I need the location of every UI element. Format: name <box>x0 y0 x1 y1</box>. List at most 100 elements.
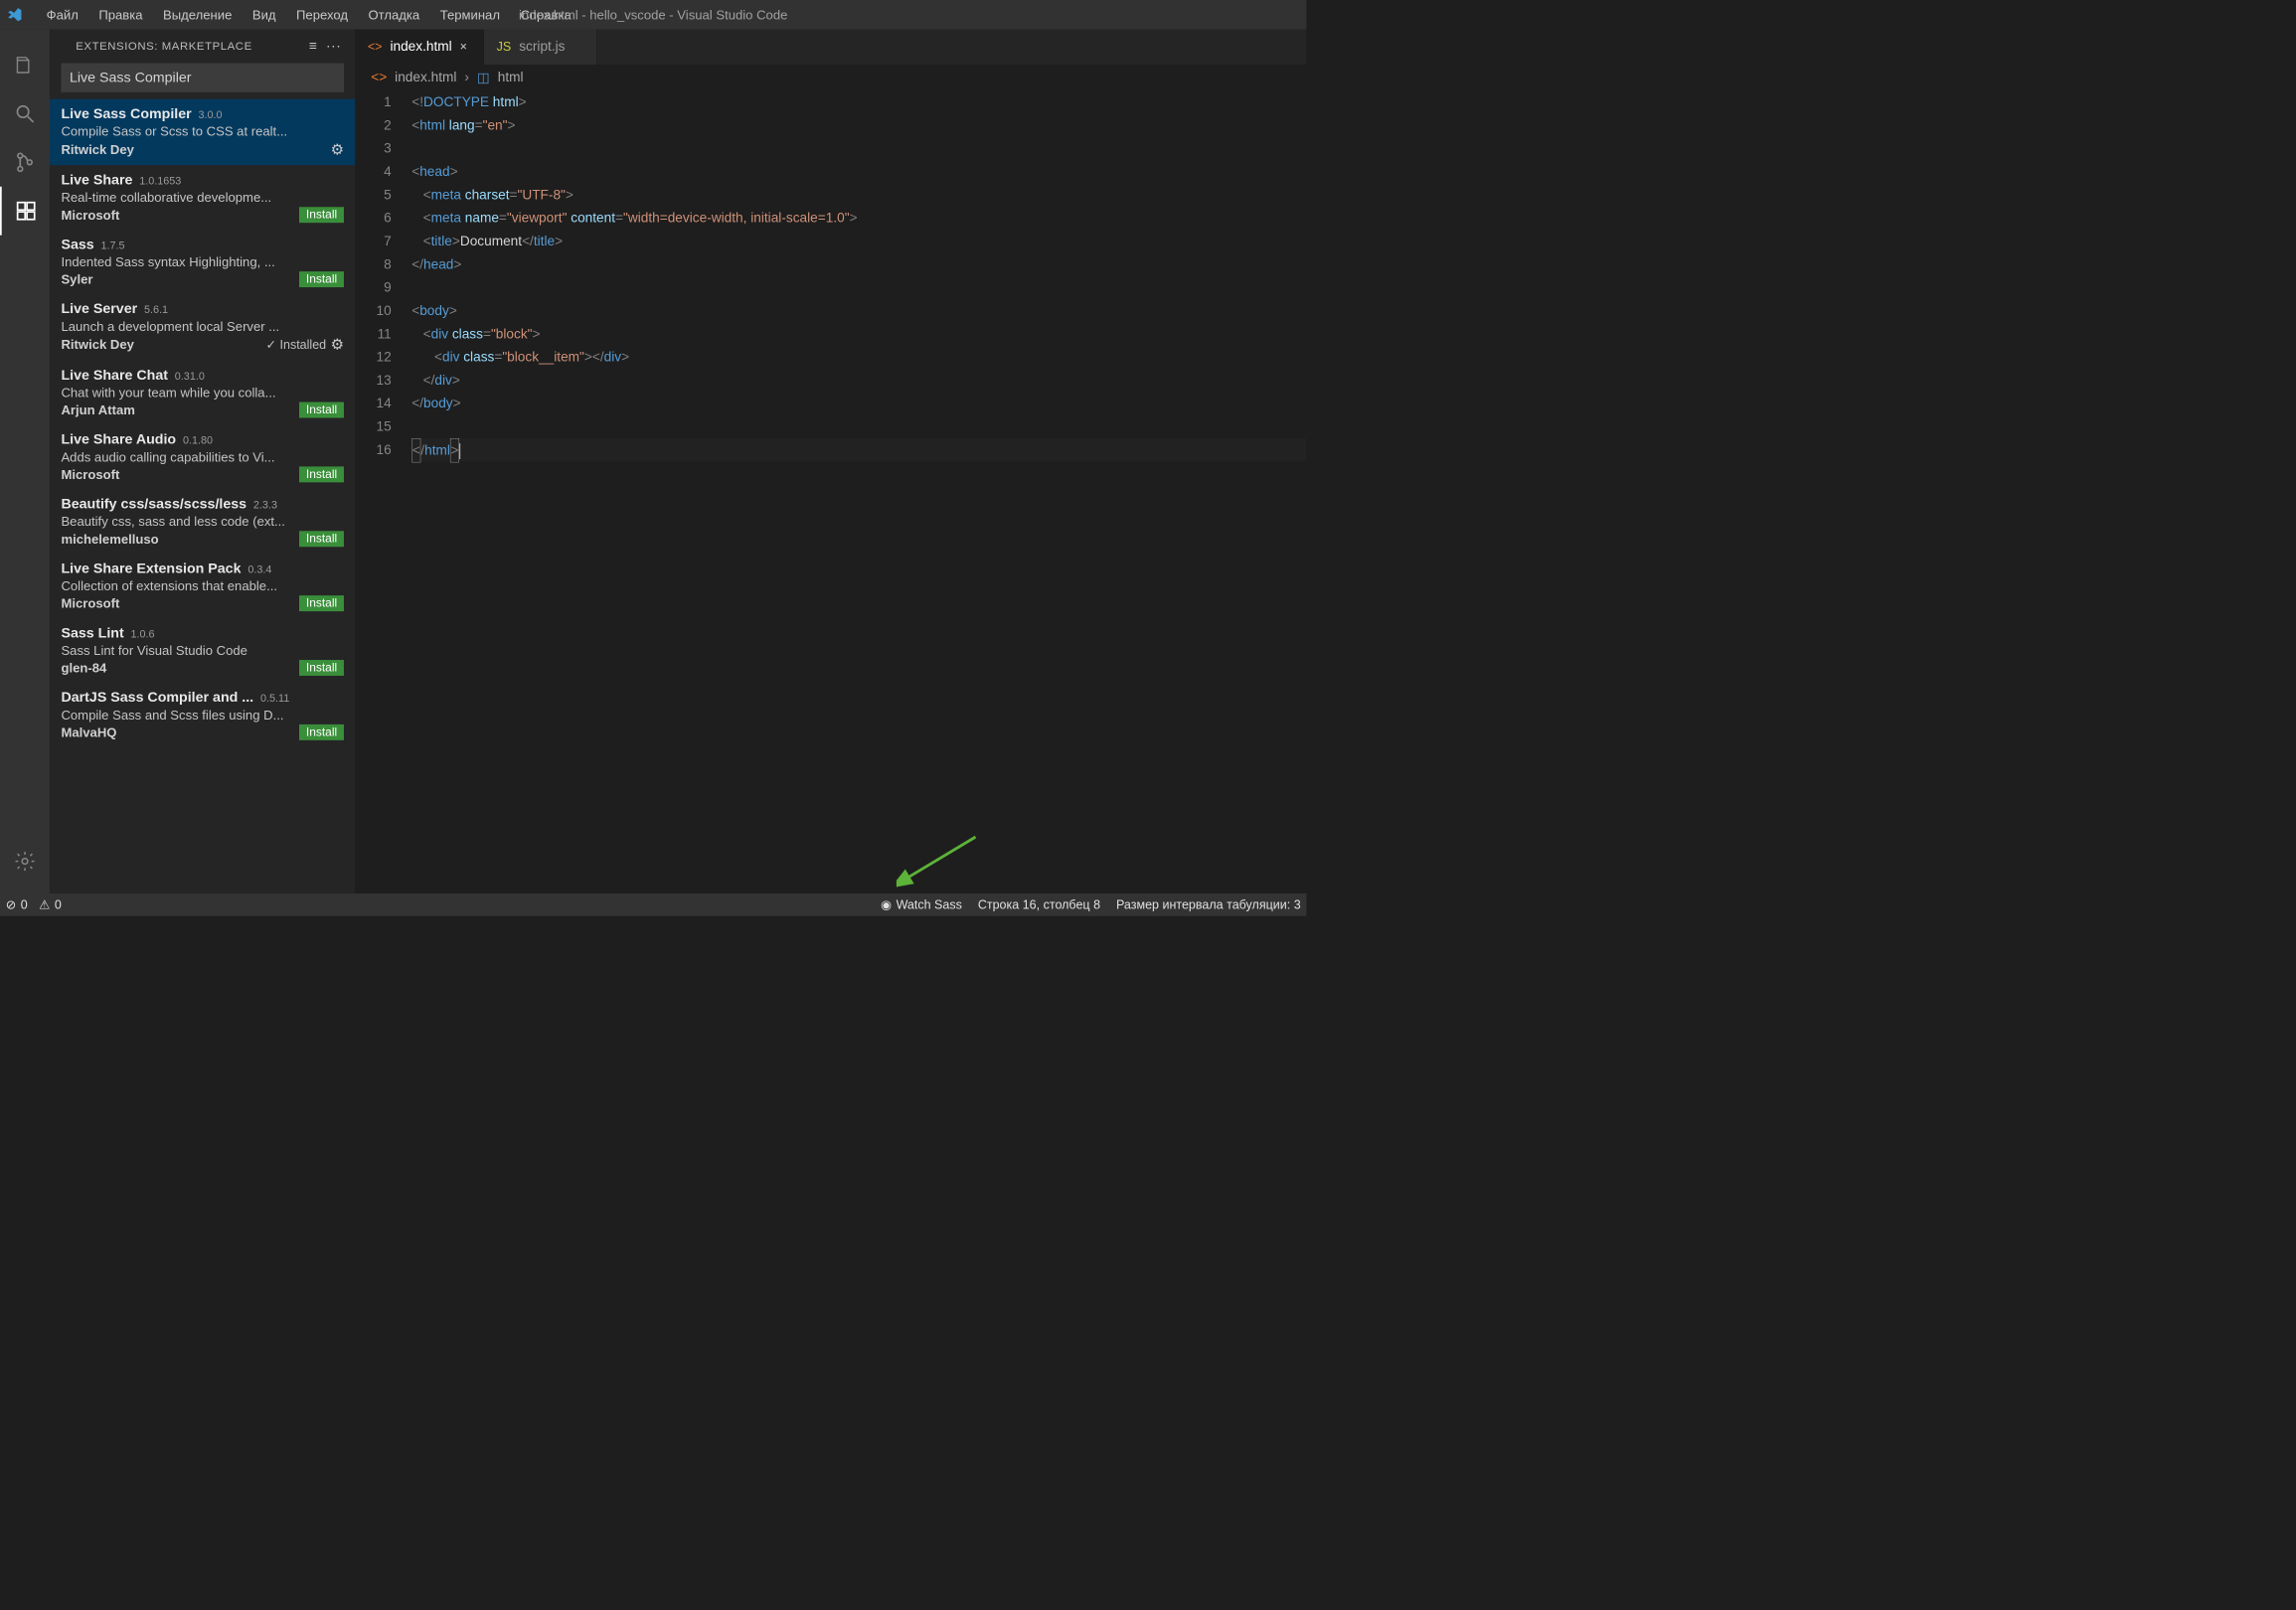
extension-author: Syler <box>61 271 92 286</box>
extension-name: Sass <box>61 237 93 253</box>
editor: <> index.html × JS script.js <> index.ht… <box>355 30 1306 893</box>
install-button[interactable]: Install <box>299 660 344 676</box>
eye-icon: ◉ <box>881 897 892 912</box>
extension-description: Beautify css, sass and less code (ext... <box>61 514 344 529</box>
filter-icon[interactable]: ≡ <box>303 39 323 55</box>
gear-icon[interactable]: ⚙ <box>331 336 344 354</box>
extension-name: Live Share Audio <box>61 431 176 448</box>
extension-author: Microsoft <box>61 595 119 610</box>
panel-title: EXTENSIONS: MARKETPLACE <box>76 40 303 53</box>
tab-script-js[interactable]: JS script.js <box>484 30 597 65</box>
html-file-icon: <> <box>368 40 383 55</box>
extension-version: 0.5.11 <box>260 693 289 706</box>
watch-sass-button[interactable]: ◉ Watch Sass <box>881 897 962 912</box>
chevron-right-icon: › <box>464 70 469 85</box>
extension-author: glen-84 <box>61 660 106 675</box>
install-button[interactable]: Install <box>299 595 344 611</box>
extension-description: Launch a development local Server ... <box>61 319 344 334</box>
extension-item[interactable]: Live Share 1.0.1653 Real-time collaborat… <box>50 165 355 230</box>
breadcrumb[interactable]: <> index.html › ◫ html <box>355 65 1306 90</box>
extension-author: michelemelluso <box>61 532 158 547</box>
install-button[interactable]: Install <box>299 466 344 482</box>
more-icon[interactable]: ··· <box>323 39 343 55</box>
extension-description: Compile Sass or Scss to CSS at realt... <box>61 124 344 139</box>
code-content[interactable]: <!DOCTYPE html><html lang="en"> <head> <… <box>411 90 1306 893</box>
install-button[interactable]: Install <box>299 271 344 287</box>
extension-author: Microsoft <box>61 467 119 482</box>
warning-icon: ⚠ <box>39 897 50 912</box>
js-file-icon: JS <box>497 40 512 55</box>
code-editor[interactable]: 12345678910111213141516 <!DOCTYPE html><… <box>355 90 1306 893</box>
menubar: ФайлПравкаВыделениеВидПереходОтладкаТерм… <box>0 0 1306 30</box>
extension-author: Microsoft <box>61 208 119 223</box>
extension-item[interactable]: Live Sass Compiler 3.0.0 Compile Sass or… <box>50 99 355 166</box>
install-button[interactable]: Install <box>299 402 344 418</box>
extension-name: Live Share Chat <box>61 367 168 384</box>
install-button[interactable]: Install <box>299 207 344 223</box>
extension-name: Beautify css/sass/scss/less <box>61 496 246 513</box>
extension-name: Live Share <box>61 172 132 189</box>
file-icon: <> <box>371 70 387 85</box>
extension-description: Sass Lint for Visual Studio Code <box>61 643 344 658</box>
extension-author: Ritwick Dey <box>61 142 133 157</box>
statusbar: ⊘ 0 ⚠ 0 ◉ Watch Sass Строка 16, столбец … <box>0 893 1306 916</box>
extension-author: Ritwick Dey <box>61 337 133 352</box>
tab-bar: <> index.html × JS script.js <box>355 30 1306 65</box>
extension-description: Collection of extensions that enable... <box>61 578 344 593</box>
extension-search-input[interactable] <box>61 64 344 92</box>
menu-переход[interactable]: Переход <box>286 7 358 22</box>
menu-файл[interactable]: Файл <box>36 7 88 22</box>
extension-name: Live Server <box>61 301 137 318</box>
source-control-icon[interactable] <box>0 138 50 187</box>
menu-выделение[interactable]: Выделение <box>153 7 243 22</box>
installed-label: ✓ Installed <box>266 337 327 352</box>
menu-отладка[interactable]: Отладка <box>358 7 429 22</box>
extension-item[interactable]: Sass Lint 1.0.6 Sass Lint for Visual Stu… <box>50 618 355 683</box>
search-icon[interactable] <box>0 89 50 138</box>
extension-item[interactable]: Live Share Extension Pack 0.3.4 Collecti… <box>50 554 355 618</box>
extension-item[interactable]: Live Server 5.6.1 Launch a development l… <box>50 294 355 361</box>
extension-item[interactable]: Sass 1.7.5 Indented Sass syntax Highligh… <box>50 230 355 294</box>
extension-name: Sass Lint <box>61 625 123 642</box>
extension-version: 0.3.4 <box>247 564 271 576</box>
extension-description: Chat with your team while you colla... <box>61 385 344 400</box>
menu-правка[interactable]: Правка <box>88 7 153 22</box>
extension-item[interactable]: DartJS Sass Compiler and ... 0.5.11 Comp… <box>50 683 355 747</box>
extension-version: 0.1.80 <box>183 435 213 448</box>
tab-index-html[interactable]: <> index.html × <box>355 30 484 65</box>
tab-label: script.js <box>519 39 565 55</box>
node-icon: ◫ <box>477 70 490 86</box>
extension-description: Compile Sass and Scss files using D... <box>61 708 344 723</box>
explorer-icon[interactable] <box>0 41 50 89</box>
install-button[interactable]: Install <box>299 531 344 547</box>
cursor-position[interactable]: Строка 16, столбец 8 <box>978 897 1100 912</box>
install-button[interactable]: Install <box>299 724 344 740</box>
extension-version: 0.31.0 <box>175 371 205 384</box>
breadcrumb-node: html <box>498 70 524 85</box>
extension-item[interactable]: Live Share Audio 0.1.80 Adds audio calli… <box>50 424 355 489</box>
menu-вид[interactable]: Вид <box>243 7 286 22</box>
tab-label: index.html <box>390 39 451 55</box>
errors-item[interactable]: ⊘ 0 ⚠ 0 <box>6 897 62 912</box>
panel-header: EXTENSIONS: MARKETPLACE ≡ ··· <box>50 30 355 64</box>
extension-version: 2.3.3 <box>253 499 277 512</box>
extension-description: Adds audio calling capabilities to Vi... <box>61 449 344 464</box>
breadcrumb-file: index.html <box>395 70 456 85</box>
error-icon: ⊘ <box>6 897 16 912</box>
extension-version: 1.7.5 <box>101 240 125 252</box>
tab-size[interactable]: Размер интервала табуляции: 3 <box>1116 897 1301 912</box>
extensions-panel: EXTENSIONS: MARKETPLACE ≡ ··· Live Sass … <box>50 30 355 893</box>
extension-name: DartJS Sass Compiler and ... <box>61 690 253 707</box>
extension-version: 3.0.0 <box>199 109 223 122</box>
line-gutter: 12345678910111213141516 <box>355 90 411 893</box>
extension-description: Real-time collaborative developme... <box>61 190 344 205</box>
menu-терминал[interactable]: Терминал <box>429 7 510 22</box>
extension-item[interactable]: Beautify css/sass/scss/less 2.3.3 Beauti… <box>50 489 355 554</box>
extensions-icon[interactable] <box>0 187 50 236</box>
extension-description: Indented Sass syntax Highlighting, ... <box>61 254 344 269</box>
gear-icon[interactable]: ⚙ <box>331 141 344 159</box>
settings-gear-icon[interactable] <box>0 837 50 886</box>
activity-bar <box>0 30 50 893</box>
extension-item[interactable]: Live Share Chat 0.31.0 Chat with your te… <box>50 360 355 424</box>
close-icon[interactable]: × <box>460 40 471 55</box>
